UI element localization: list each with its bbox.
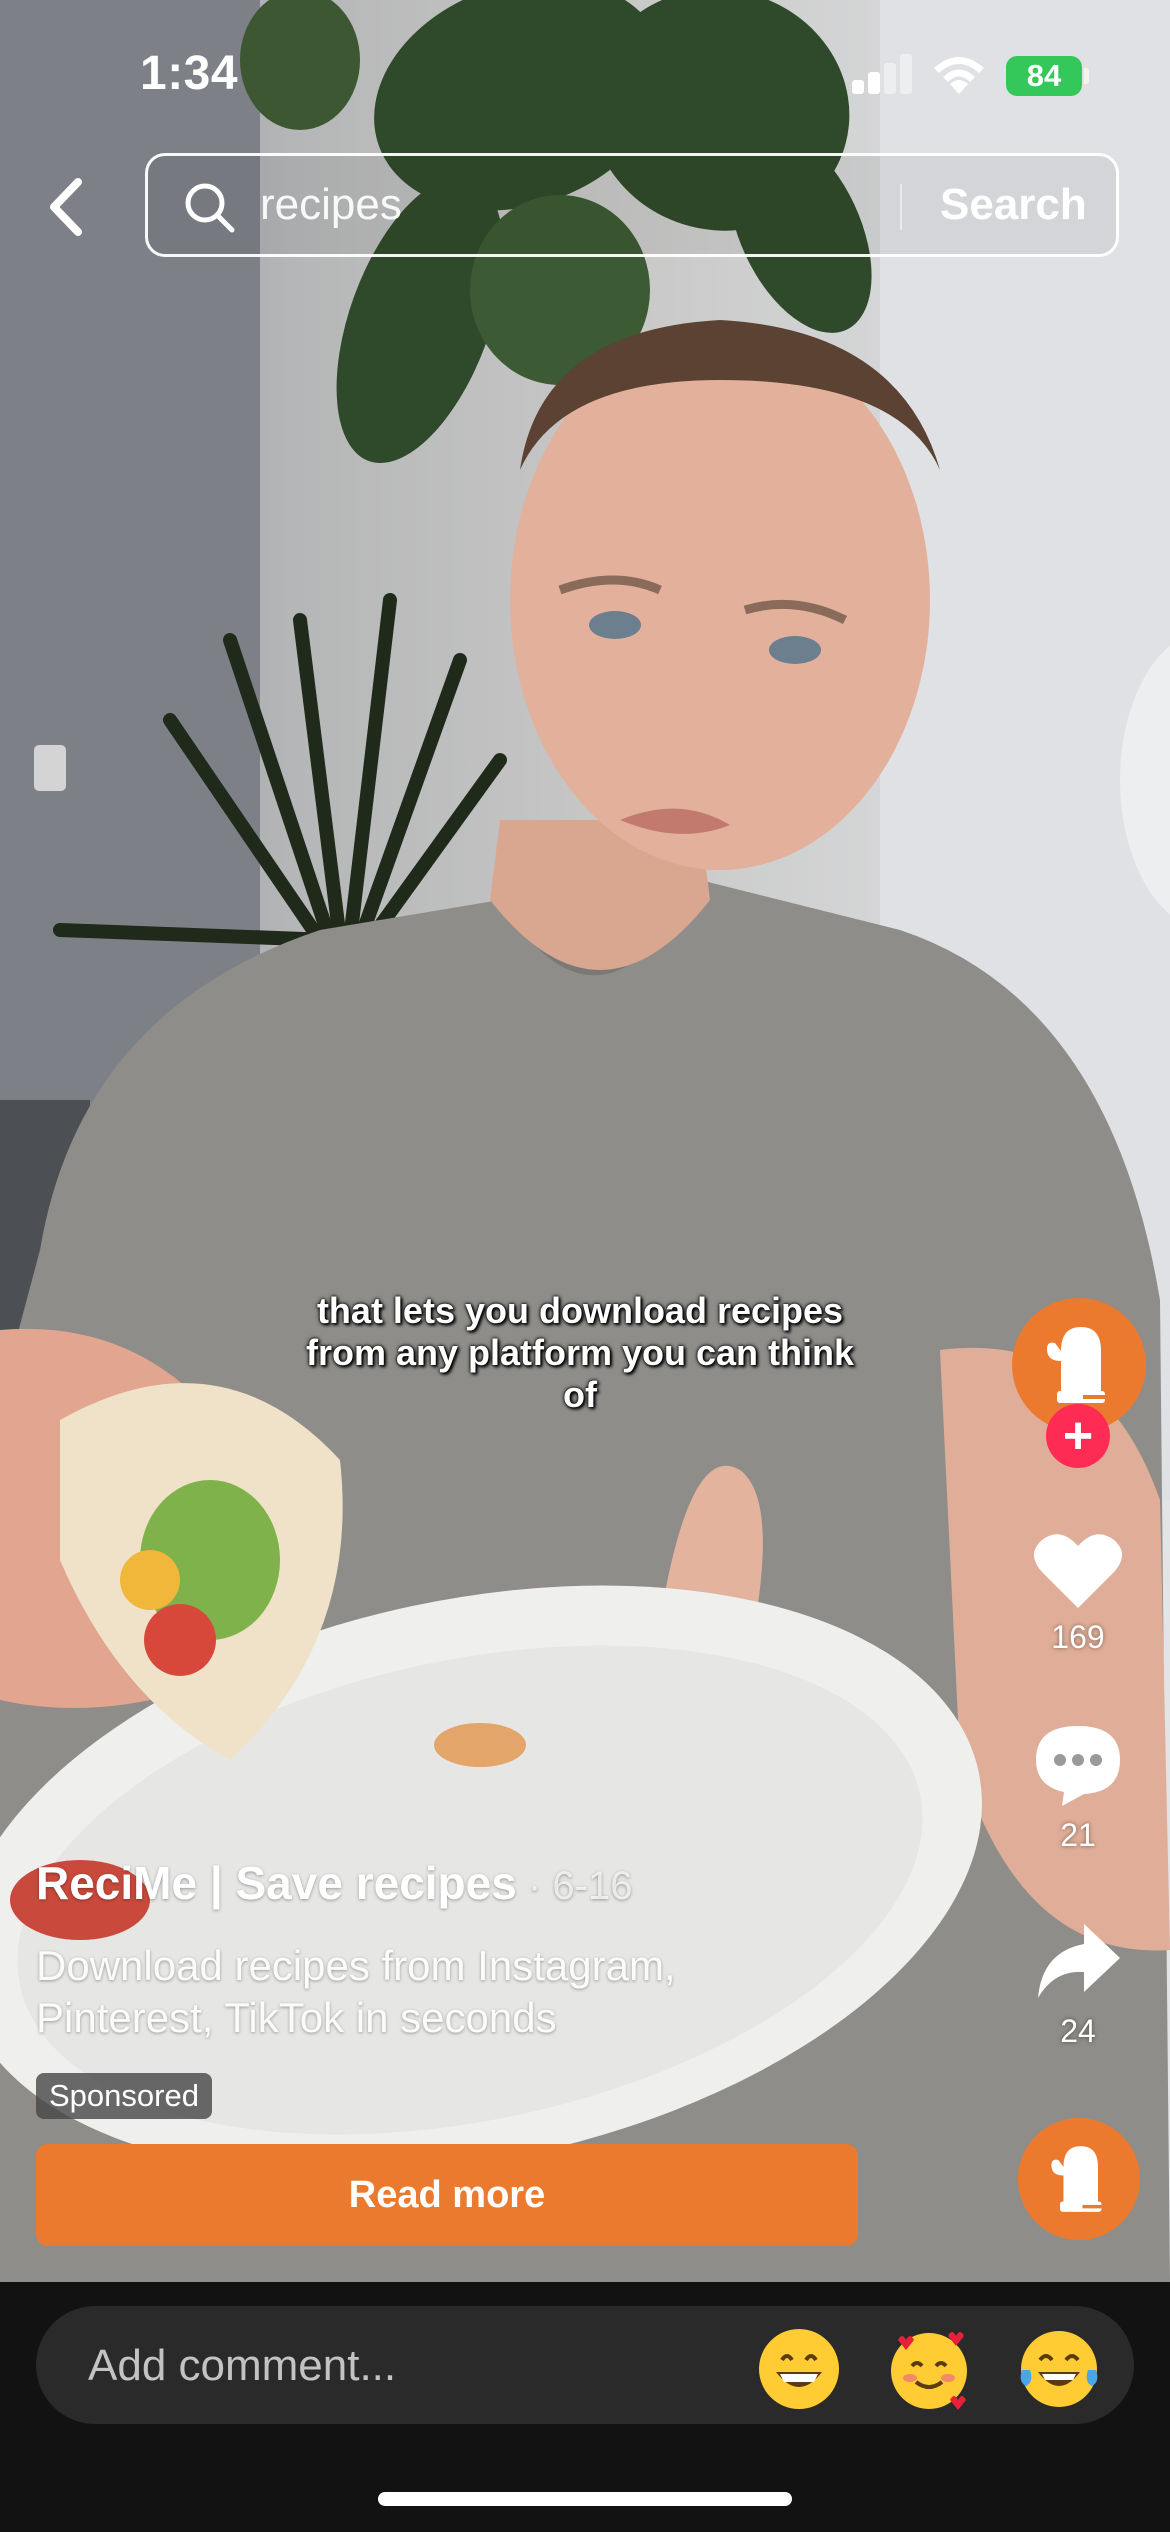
comment-count: 21: [1060, 1817, 1096, 1853]
like-button[interactable]: 169: [1020, 1530, 1136, 1656]
search-icon: [185, 183, 235, 233]
ad-description: Download recipes from Instagram, Pintere…: [36, 1942, 676, 2041]
sponsored-badge: Sponsored: [36, 2073, 212, 2119]
read-more-button[interactable]: Read more: [36, 2144, 858, 2246]
sound-disc[interactable]: [1018, 2118, 1140, 2240]
wifi-icon: [934, 57, 984, 94]
search-bar[interactable]: recipes Search: [145, 153, 1119, 257]
comment-bubble-icon: [1036, 1726, 1120, 1806]
comment-placeholder: Add comment...: [88, 2341, 397, 2390]
chevron-left-icon[interactable]: [36, 172, 96, 242]
smiling-face-with-hearts-emoji-icon[interactable]: [886, 2326, 972, 2412]
oven-mitt-logo-icon: [1051, 2146, 1105, 2212]
ad-title[interactable]: ReciMe | Save recipes · 6-16: [36, 1856, 632, 1910]
status-time: 1:34: [140, 47, 239, 100]
video-caption: that lets you download recipes from any …: [305, 1290, 855, 1415]
tears-of-joy-emoji-icon[interactable]: [1016, 2326, 1102, 2412]
share-arrow-icon: [1038, 1924, 1120, 1998]
cellular-signal-icon: [852, 54, 914, 94]
comment-input[interactable]: Add comment...: [36, 2306, 1134, 2424]
search-button[interactable]: Search: [940, 180, 1087, 230]
search-divider: [900, 184, 902, 230]
share-button[interactable]: 24: [1020, 1918, 1136, 2050]
follow-button[interactable]: +: [1046, 1404, 1110, 1468]
like-count: 169: [1051, 1619, 1105, 1655]
grinning-face-emoji-icon[interactable]: [756, 2326, 842, 2412]
search-input[interactable]: recipes: [260, 180, 402, 230]
heart-icon: [1034, 1534, 1122, 1608]
ad-brand-name[interactable]: ReciMe | Save recipes: [36, 1857, 517, 1909]
oven-mitt-logo-icon: [1047, 1327, 1109, 1403]
battery-level: 84: [1026, 58, 1062, 93]
home-indicator[interactable]: [378, 2492, 792, 2506]
share-count: 24: [1060, 2013, 1096, 2049]
ad-date: · 6-16: [516, 1864, 633, 1908]
battery-cap: [1084, 68, 1089, 84]
comment-button[interactable]: 21: [1020, 1722, 1136, 1854]
battery-indicator: 84: [1006, 56, 1082, 96]
